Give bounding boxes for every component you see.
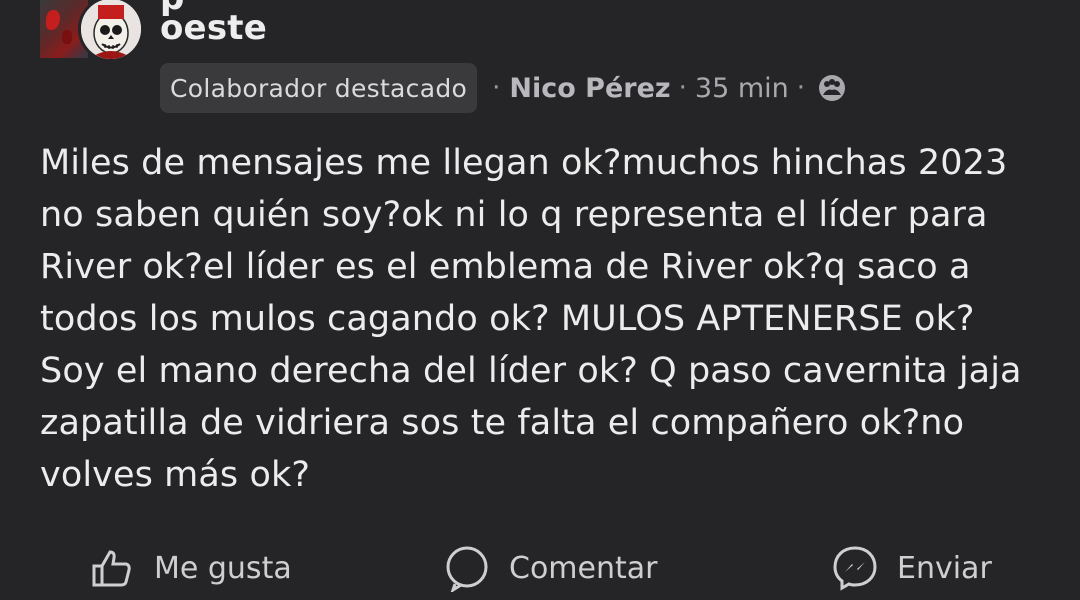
send-label: Enviar bbox=[897, 550, 992, 586]
separator-dot: · bbox=[492, 73, 501, 103]
post-action-bar: Me gusta Comentar Enviar bbox=[0, 540, 1080, 600]
top-contributor-badge[interactable]: Colaborador destacado bbox=[160, 63, 478, 113]
thumbs-up-icon bbox=[88, 544, 136, 592]
group-privacy-icon bbox=[817, 73, 847, 103]
author-name[interactable]: Nico Pérez bbox=[509, 73, 670, 104]
comment-button[interactable]: Comentar bbox=[443, 544, 657, 592]
separator-dot: · bbox=[796, 73, 806, 103]
separator-dot: · bbox=[678, 73, 687, 103]
post-meta: Colaborador destacado · Nico Pérez · 35 … bbox=[160, 63, 847, 113]
like-button[interactable]: Me gusta bbox=[88, 544, 292, 592]
post-timestamp[interactable]: 35 min bbox=[695, 73, 789, 104]
post-body-text: Miles de mensajes me llegan ok?muchos hi… bbox=[40, 143, 1022, 495]
messenger-icon bbox=[831, 544, 879, 592]
author-avatar[interactable] bbox=[78, 0, 144, 62]
group-name[interactable]: oeste bbox=[160, 8, 267, 48]
comment-bubble-icon bbox=[443, 544, 491, 592]
like-label: Me gusta bbox=[154, 550, 292, 586]
comment-label: Comentar bbox=[509, 550, 658, 586]
send-button[interactable]: Enviar bbox=[831, 544, 992, 592]
